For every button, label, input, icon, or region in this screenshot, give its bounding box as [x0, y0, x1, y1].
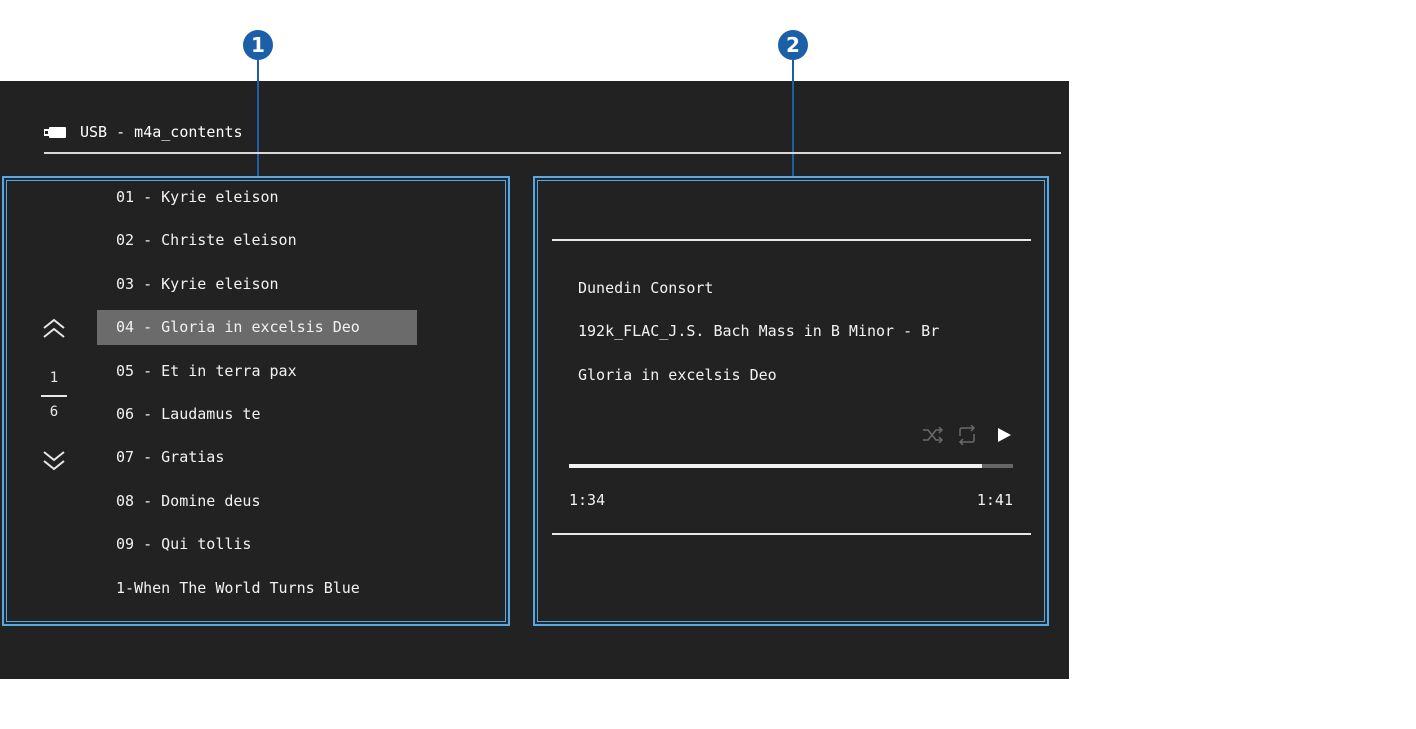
track-item[interactable]: 1-When The World Turns Blue [97, 571, 417, 606]
page-total: 6 [49, 404, 59, 420]
repeat-button[interactable] [955, 424, 979, 446]
source-header: USB - m4a_contents [44, 121, 243, 143]
page-divider [41, 395, 67, 397]
now-playing-panel [533, 176, 1049, 626]
album-name: 192k_FLAC_J.S. Bach Mass in B Minor - Br [578, 322, 940, 340]
double-chevron-up-icon [43, 318, 65, 338]
track-item[interactable]: 08 - Domine deus [97, 484, 417, 519]
shuffle-icon [923, 427, 944, 443]
page-down-button[interactable] [38, 449, 70, 477]
progress-bar[interactable] [569, 464, 1013, 468]
track-item[interactable]: 02 - Christe eleison [97, 223, 417, 258]
total-time: 1:41 [976, 491, 1013, 509]
track-item[interactable]: 05 - Et in terra pax [97, 354, 417, 389]
play-icon [998, 428, 1011, 442]
callout-2-line [792, 60, 794, 177]
elapsed-time: 1:34 [569, 491, 606, 509]
play-button[interactable] [993, 424, 1015, 446]
page-up-button[interactable] [38, 318, 70, 346]
shuffle-button[interactable] [921, 424, 945, 446]
now-playing-bottom-divider [552, 533, 1031, 535]
track-item[interactable]: 03 - Kyrie eleison [97, 267, 417, 302]
track-item[interactable]: 06 - Laudamus te [97, 397, 417, 432]
track-item[interactable]: 07 - Gratias [97, 440, 417, 475]
callout-1-badge: 1 [243, 30, 273, 60]
progress-fill [569, 464, 983, 468]
track-item[interactable]: 09 - Qui tollis [97, 527, 417, 562]
header-divider [44, 152, 1061, 154]
source-title: USB - m4a_contents [80, 123, 243, 141]
track-name: Gloria in excelsis Deo [578, 366, 777, 384]
callout-1-line [257, 60, 259, 177]
track-item[interactable]: 01 - Kyrie eleison [97, 180, 417, 215]
now-playing-top-divider [552, 239, 1031, 241]
page-current: 1 [49, 370, 59, 386]
usb-icon [44, 126, 66, 138]
artist-name: Dunedin Consort [578, 279, 714, 297]
double-chevron-down-icon [43, 451, 65, 471]
track-item[interactable]: 04 - Gloria in excelsis Deo [97, 310, 417, 346]
callout-2-badge: 2 [778, 30, 808, 60]
repeat-icon [958, 425, 976, 445]
